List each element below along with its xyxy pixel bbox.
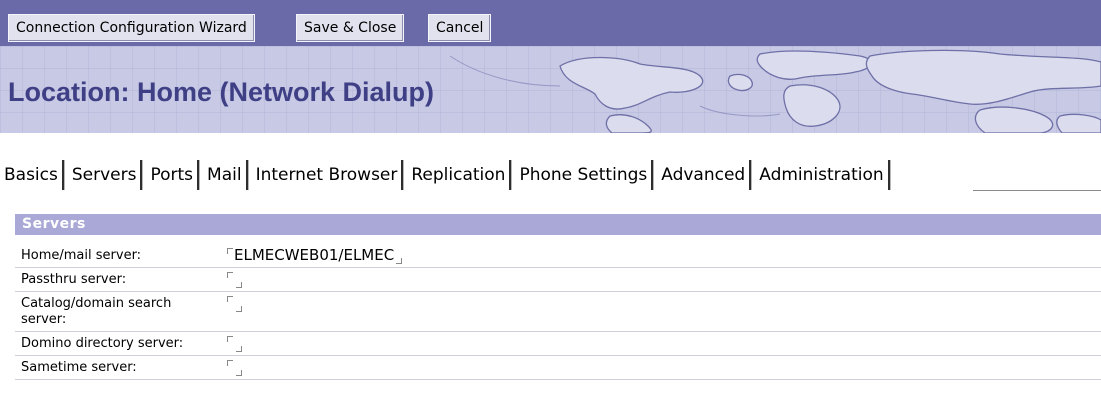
tab-replication[interactable]: Replication — [407, 160, 512, 190]
field-open-bracket-icon — [227, 336, 233, 342]
save-close-button[interactable]: Save & Close — [296, 14, 405, 42]
tab-ports[interactable]: Ports — [146, 160, 200, 190]
domino-directory-server-field[interactable] — [227, 334, 242, 352]
passthru-server-field[interactable] — [227, 270, 242, 288]
tab-bar-divider — [973, 190, 1101, 191]
tab-mail[interactable]: Mail — [203, 160, 248, 190]
home-mail-server-label: Home/mail server: — [21, 248, 142, 263]
tab-servers[interactable]: Servers — [67, 160, 143, 190]
sametime-server-label: Sametime server: — [21, 360, 137, 375]
domino-directory-server-label: Domino directory server: — [21, 336, 184, 351]
location-banner: Location: Home (Network Dialup) — [0, 46, 1101, 133]
tab-advanced[interactable]: Advanced — [657, 160, 752, 190]
tab-phone-settings[interactable]: Phone Settings — [515, 160, 654, 190]
field-open-bracket-icon — [227, 360, 233, 366]
form-row-passthru-server: Passthru server: — [15, 269, 1101, 292]
field-close-bracket-icon — [396, 258, 403, 264]
passthru-server-label: Passthru server: — [21, 272, 127, 287]
tab-basics[interactable]: Basics — [0, 160, 64, 190]
location-title: Location: Home (Network Dialup) — [8, 77, 435, 107]
form-row-catalog-domain-search-server: Catalog/domain search server: — [15, 293, 1101, 332]
connection-wizard-button[interactable]: Connection Configuration Wizard — [8, 14, 255, 42]
field-close-bracket-icon — [236, 282, 242, 288]
field-open-bracket-icon — [227, 272, 233, 278]
form-row-home-mail-server: Home/mail server: ELMECWEB01/ELMEC — [15, 245, 1101, 268]
catalog-domain-search-server-field[interactable] — [227, 294, 242, 312]
tab-administration[interactable]: Administration — [755, 160, 890, 190]
servers-section-header: Servers — [15, 214, 1101, 235]
home-mail-server-field[interactable]: ELMECWEB01/ELMEC — [227, 246, 403, 264]
field-open-bracket-icon — [227, 296, 233, 302]
field-close-bracket-icon — [236, 370, 242, 376]
field-open-bracket-icon — [227, 248, 233, 254]
tab-bar: Basics Servers Ports Mail Internet Browser Re… — [0, 160, 1101, 194]
field-close-bracket-icon — [236, 306, 242, 312]
form-row-domino-directory-server: Domino directory server: — [15, 333, 1101, 356]
tab-internet-browser[interactable]: Internet Browser — [252, 160, 404, 190]
home-mail-server-value: ELMECWEB01/ELMEC — [234, 246, 395, 264]
field-close-bracket-icon — [236, 346, 242, 352]
cancel-button[interactable]: Cancel — [428, 14, 492, 42]
catalog-domain-search-server-label: Catalog/domain search server: — [21, 296, 172, 327]
sametime-server-field[interactable] — [227, 358, 242, 376]
form-row-sametime-server: Sametime server: — [15, 357, 1101, 380]
action-bar: Connection Configuration Wizard Save & C… — [0, 0, 1101, 46]
